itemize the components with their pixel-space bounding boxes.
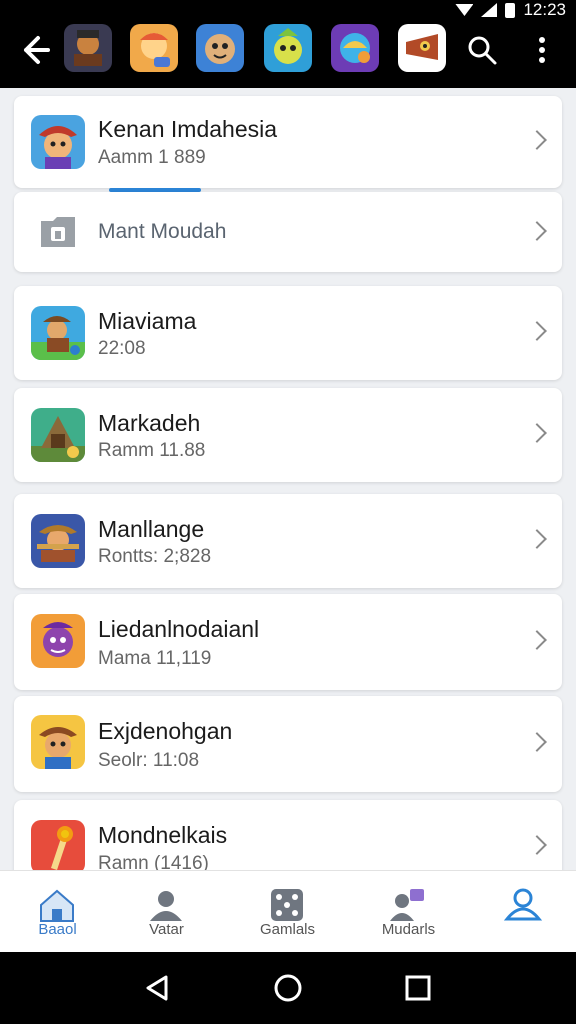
nav-label: Gamlals (259, 921, 315, 938)
nav-item-profile[interactable] (466, 871, 576, 953)
game-list: Kenan Imdahesia Aamm 1 889 Mant Moudah M… (0, 88, 576, 870)
status-time: 12:23 (523, 0, 566, 19)
overflow-menu-button[interactable] (530, 34, 554, 66)
back-arrow-icon (24, 36, 50, 64)
system-home-button[interactable] (272, 972, 304, 1004)
chevron-right-icon (527, 221, 547, 241)
nav-label: Mudarls (381, 921, 436, 938)
back-button[interactable] (14, 30, 54, 70)
nav-label: Baaol (38, 921, 77, 938)
profile-icon (503, 888, 543, 921)
item-title: Exjdenohgan (98, 718, 233, 744)
item-title: Mondnelkais (98, 822, 228, 848)
circle-home-icon (274, 974, 302, 1002)
list-item[interactable]: Mant Moudah (14, 192, 562, 272)
chevron-right-icon (527, 130, 547, 150)
list-item[interactable]: Manllange Rontts: 2;828 (14, 494, 562, 588)
dice-icon (271, 889, 303, 921)
item-subtitle: Mama 11,119 (98, 648, 212, 669)
game-icon-5[interactable] (331, 24, 379, 72)
chevron-right-icon (527, 529, 547, 549)
chevron-right-icon (527, 423, 547, 443)
item-title: Liedanlnodaianl (98, 616, 260, 642)
system-navigation-bar (0, 952, 576, 1024)
explorer-game-icon (31, 715, 85, 769)
status-bar: 12:23 (455, 0, 566, 20)
search-icon (468, 36, 497, 65)
person-icon (150, 891, 182, 921)
fort-game-icon (31, 408, 85, 462)
chevron-right-icon (527, 835, 547, 855)
more-vertical-icon (539, 37, 545, 63)
hero-game-icon (31, 614, 85, 668)
system-back-button[interactable] (142, 972, 174, 1004)
game-icon-3[interactable] (196, 24, 244, 72)
nav-item-avatar[interactable]: Vatar (109, 871, 224, 953)
list-item[interactable]: Miaviama 22:08 (14, 286, 562, 380)
item-title: Mant Moudah (98, 220, 227, 243)
chevron-right-icon (527, 321, 547, 341)
list-item[interactable]: Kenan Imdahesia Aamm 1 889 (14, 96, 562, 192)
nav-item-friends[interactable]: Mudarls (351, 871, 466, 953)
wifi-icon (455, 4, 474, 16)
item-subtitle: Seolr: 11:08 (98, 750, 200, 771)
list-item[interactable]: Liedanlnodaianl Mama 11,119 (14, 594, 562, 690)
system-recents-button[interactable] (402, 972, 434, 1004)
list-item[interactable]: Exjdenohgan Seolr: 11:08 (14, 696, 562, 792)
chevron-right-icon (527, 732, 547, 752)
item-subtitle: Aamm 1 889 (98, 147, 206, 168)
game-icon-2[interactable] (130, 24, 178, 72)
item-title: Manllange (98, 516, 205, 542)
game-icon-1[interactable] (64, 24, 112, 72)
home-icon (40, 889, 74, 922)
group-icon (390, 889, 424, 921)
signal-icon (481, 3, 498, 17)
triangle-back-icon (146, 975, 168, 1001)
nav-item-games[interactable]: Gamlals (230, 871, 345, 953)
item-subtitle: Ramm 11.88 (98, 440, 206, 461)
list-item[interactable]: Markadeh Ramm 11.88 (14, 388, 562, 482)
app-top-bar: 12:23 (0, 0, 576, 88)
game-icon-4[interactable] (264, 24, 312, 72)
item-title: Kenan Imdahesia (98, 116, 278, 142)
bottom-navigation: Baaol Vatar Gamlals Mudarls (0, 870, 576, 952)
item-subtitle: 22:08 (98, 338, 146, 359)
item-subtitle: Rontts: 2;828 (98, 546, 212, 567)
sheriff-game-icon (31, 514, 85, 568)
item-title: Miaviama (98, 308, 197, 334)
chevron-right-icon (527, 630, 547, 650)
torch-game-icon (31, 820, 85, 870)
folder-icon (31, 205, 85, 259)
cowboy-game-icon (31, 115, 85, 169)
list-item[interactable]: Mondnelkais Ramn (1416) (14, 800, 562, 870)
nav-label: Vatar (149, 921, 184, 938)
nav-item-home[interactable]: Baaol (0, 871, 115, 953)
item-title: Markadeh (98, 410, 201, 436)
battery-icon (505, 2, 516, 18)
item-subtitle: Ramn (1416) (98, 853, 209, 870)
square-recents-icon (405, 975, 431, 1001)
pirate-game-icon (31, 306, 85, 360)
game-icon-6[interactable] (398, 24, 446, 72)
search-button[interactable] (466, 34, 498, 66)
